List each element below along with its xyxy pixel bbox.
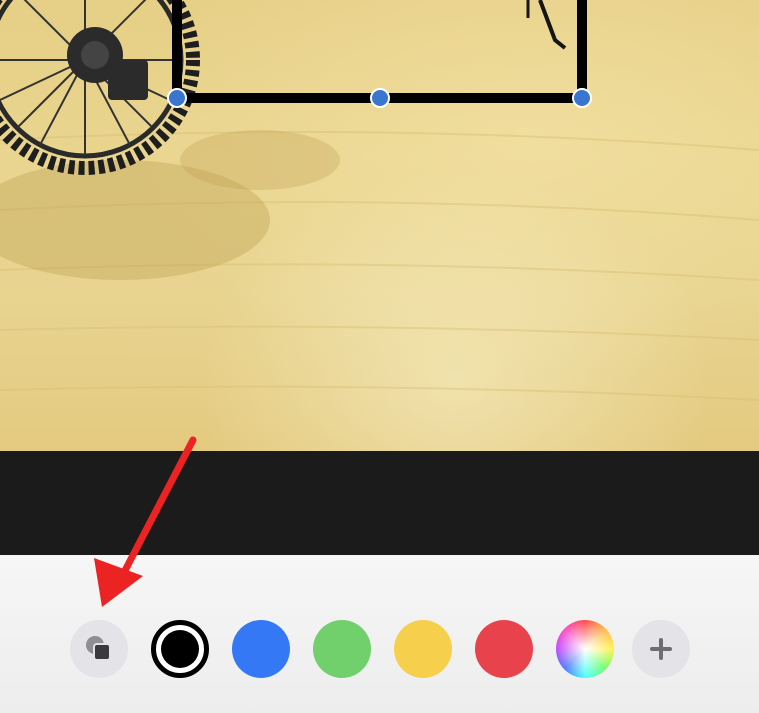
add-button[interactable] (632, 620, 690, 678)
canvas-footer-bar (0, 451, 759, 555)
shapes-button[interactable] (70, 620, 128, 678)
color-green-button[interactable] (313, 620, 371, 678)
color-blue-button[interactable] (232, 620, 290, 678)
photo-canvas[interactable] (0, 0, 759, 451)
color-black-swatch (161, 630, 199, 668)
color-picker-button[interactable] (556, 620, 614, 678)
color-wheel-icon (556, 620, 614, 678)
photo-content (0, 0, 759, 401)
color-yellow-button[interactable] (394, 620, 452, 678)
resize-handle-middle[interactable] (370, 88, 390, 108)
bicycle-wheel (0, 0, 200, 175)
plus-icon (632, 620, 690, 678)
resize-handle-right[interactable] (572, 88, 592, 108)
drawn-rectangle[interactable] (172, 0, 587, 103)
color-red-button[interactable] (475, 620, 533, 678)
resize-handle-left[interactable] (167, 88, 187, 108)
color-black-button[interactable] (151, 620, 209, 678)
shapes-icon (70, 620, 128, 678)
